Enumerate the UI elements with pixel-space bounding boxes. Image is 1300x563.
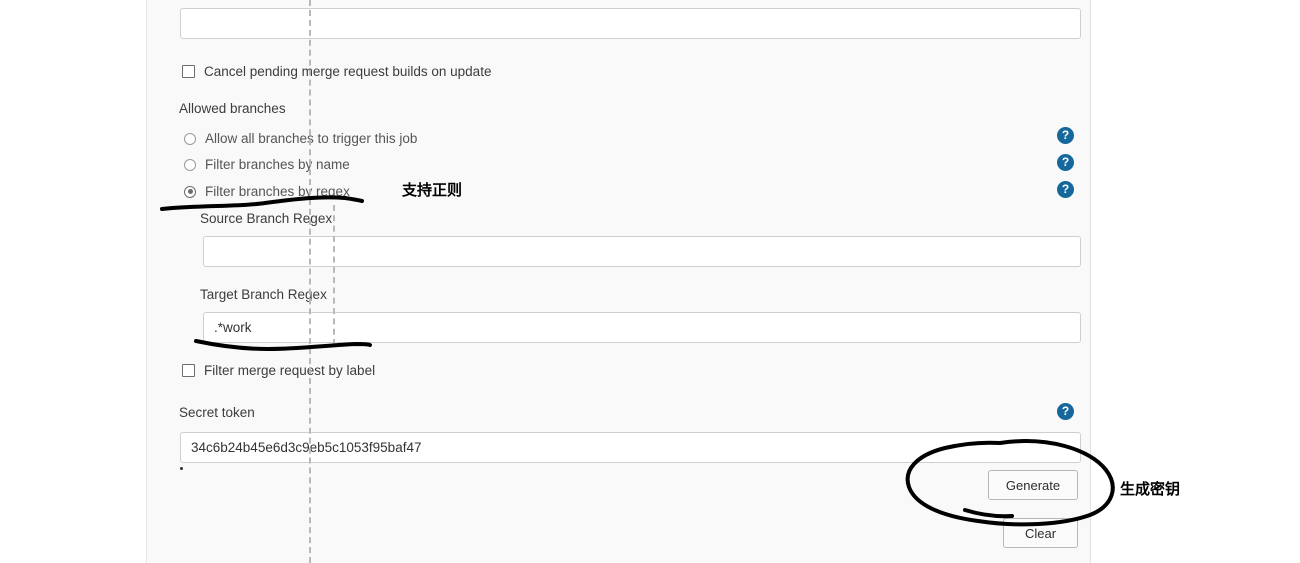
cancel-pending-builds-label: Cancel pending merge request builds on u… <box>204 64 492 79</box>
merge-request-trigger-form: Cancel pending merge request builds on u… <box>147 0 1090 563</box>
target-branch-regex-label: Target Branch Regex <box>200 287 327 302</box>
radio-circle-icon[interactable] <box>184 158 196 171</box>
radio-filter-by-name[interactable]: Filter branches by name <box>184 157 350 172</box>
annotation-note-generate-key: 生成密钥 <box>1120 480 1181 498</box>
cancel-pending-builds-checkbox-row[interactable]: Cancel pending merge request builds on u… <box>182 64 491 79</box>
radio-circle-icon[interactable] <box>184 132 196 145</box>
radio-filter-by-regex-label: Filter branches by regex <box>205 184 350 199</box>
page-root: Cancel pending merge request builds on u… <box>0 0 1300 563</box>
layout-guide-rail-outer <box>309 0 311 563</box>
checkbox-icon[interactable] <box>182 65 195 78</box>
annotation-note-supports-regex: 支持正则 <box>402 181 463 199</box>
layout-guide-rail-inner <box>333 205 335 345</box>
checkbox-icon[interactable] <box>182 364 195 377</box>
help-icon[interactable]: ? <box>1057 154 1074 171</box>
settings-panel: Cancel pending merge request builds on u… <box>147 0 1090 563</box>
filter-merge-request-by-label-label: Filter merge request by label <box>204 363 376 378</box>
help-icon[interactable]: ? <box>1057 181 1074 198</box>
allowed-branches-heading: Allowed branches <box>179 101 286 116</box>
validation-bullet-marker <box>180 467 183 470</box>
top-text-input[interactable] <box>180 8 1081 39</box>
secret-token-heading: Secret token <box>179 405 255 420</box>
radio-circle-selected-icon[interactable] <box>184 185 196 198</box>
panel-right-border <box>1090 0 1091 563</box>
source-branch-regex-label: Source Branch Regex <box>200 211 333 226</box>
filter-merge-request-by-label-checkbox-row[interactable]: Filter merge request by label <box>182 363 375 378</box>
radio-filter-by-name-label: Filter branches by name <box>205 157 350 172</box>
generate-button[interactable]: Generate <box>988 470 1078 500</box>
help-icon[interactable]: ? <box>1057 403 1074 420</box>
radio-allow-all-branches[interactable]: Allow all branches to trigger this job <box>184 131 417 146</box>
radio-allow-all-branches-label: Allow all branches to trigger this job <box>205 131 418 146</box>
clear-button[interactable]: Clear <box>1003 518 1078 548</box>
radio-filter-by-regex[interactable]: Filter branches by regex <box>184 184 350 199</box>
secret-token-input[interactable] <box>180 432 1081 463</box>
help-icon[interactable]: ? <box>1057 127 1074 144</box>
